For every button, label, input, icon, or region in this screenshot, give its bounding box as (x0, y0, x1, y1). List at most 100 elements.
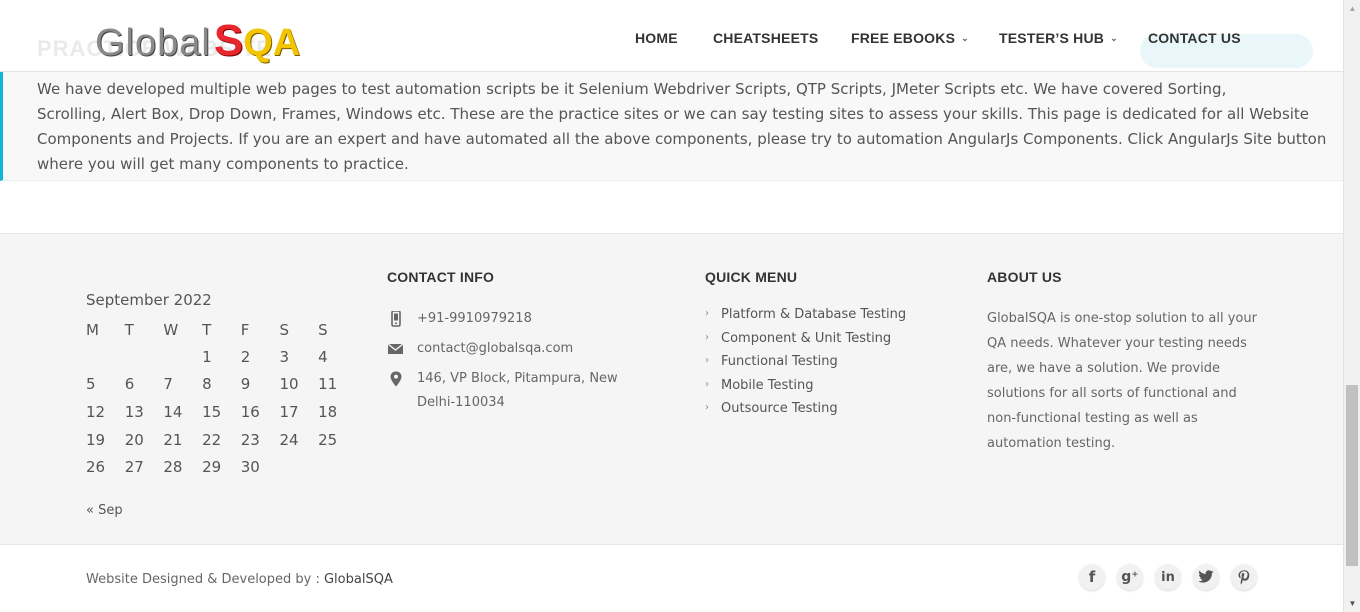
calendar-day: 16 (240, 402, 260, 421)
linkedin-icon[interactable]: in (1155, 564, 1181, 590)
calendar-day: 6 (124, 375, 135, 394)
calendar-day: 15 (202, 402, 222, 421)
calendar-day: 22 (202, 430, 222, 449)
about-us-title: ABOUT US (987, 269, 1062, 285)
nav-free-ebooks-label: FREE EBOOKS (851, 30, 956, 46)
quick-menu-item-label: Component & Unit Testing (721, 331, 892, 346)
calendar-empty-cell (159, 343, 198, 371)
calendar-day: 26 (86, 458, 106, 477)
calendar-empty-cell (82, 343, 121, 371)
calendar-day: 30 (240, 458, 260, 477)
scroll-down-arrow-icon[interactable]: ▼ (1344, 595, 1360, 612)
nav-testers-hub[interactable]: TESTER’S HUB ⌄ (999, 30, 1118, 46)
contact-phone-text: +91-9910979218 (417, 311, 532, 326)
calendar-day: 2 (240, 347, 251, 366)
calendar-day: 9 (240, 375, 251, 394)
scrollbar-thumb[interactable] (1346, 385, 1358, 566)
site-footer: September 2022 M T W T F S S 1 2 3 4 5 6 7 8 9 10… (0, 233, 1343, 544)
quick-menu-title: QUICK MENU (705, 269, 798, 285)
nav-cheatsheets-label: CHEATSHEETS (713, 30, 819, 46)
calendar-day: 13 (124, 402, 144, 421)
calendar-day: 17 (279, 402, 299, 421)
calendar-caption: September 2022 (86, 291, 212, 309)
nav-contact-us[interactable]: CONTACT US (1148, 30, 1241, 46)
calendar-week: 1 2 3 4 (82, 343, 353, 371)
nav-contact-us-label: CONTACT US (1148, 30, 1241, 46)
calendar-day: 5 (86, 375, 96, 394)
calendar-day: 25 (318, 430, 338, 449)
twitter-bird-glyph (1198, 570, 1214, 583)
contact-address-text: 146, VP Block, Pitampura, New Delhi-1100… (417, 371, 618, 410)
twitter-icon[interactable] (1193, 564, 1219, 590)
calendar-day: 4 (318, 347, 328, 366)
credit-brand-link[interactable]: GlobalSQA (324, 572, 393, 587)
contact-email-text[interactable]: contact@globalsqa.com (417, 337, 647, 361)
pinterest-icon[interactable] (1231, 564, 1257, 590)
calendar-day: 21 (163, 430, 183, 449)
calendar-empty-cell (121, 343, 160, 371)
calendar-day: 18 (318, 402, 338, 421)
calendar-week: 5 6 7 8 9 10 11 (82, 371, 353, 399)
about-us-text: GlobalSQA is one-stop solution to all yo… (987, 311, 1257, 451)
page-scrollbar[interactable]: ▲ ▼ (1343, 0, 1360, 612)
weekday: M (86, 320, 99, 339)
calendar-day: 23 (240, 430, 260, 449)
calendar-week: 19 20 21 22 23 24 25 (82, 426, 353, 454)
credit-prefix: Website Designed & Developed by : (86, 572, 324, 587)
pinterest-p-glyph (1238, 569, 1250, 584)
calendar-day: 27 (124, 458, 144, 477)
nav-testers-hub-label: TESTER’S HUB (999, 30, 1105, 46)
calendar-day: 12 (86, 402, 106, 421)
nav-free-ebooks[interactable]: FREE EBOOKS ⌄ (851, 30, 969, 46)
google-plus-icon[interactable]: g⁺ (1117, 564, 1143, 590)
envelope-icon (387, 341, 405, 357)
practice-text-line1: We have developed multiple web pages to … (37, 80, 1227, 98)
quick-menu-item-label: Platform & Database Testing (721, 307, 907, 322)
quick-menu-item-label: Mobile Testing (721, 378, 814, 393)
weekday: T (124, 320, 134, 339)
calendar-week: 12 13 14 15 16 17 18 (82, 398, 353, 426)
calendar-empty-cell (314, 453, 353, 481)
footer-bottom-bar: Website Designed & Developed by : Global… (0, 544, 1343, 612)
nav-home[interactable]: HOME (635, 30, 678, 46)
calendar-table: M T W T F S S 1 2 3 4 5 6 7 8 9 10 11 12 13 14 15 16 17 1… (82, 316, 353, 481)
chevron-right-icon: › (705, 355, 709, 366)
calendar-day: 28 (163, 458, 183, 477)
chevron-right-icon: › (705, 308, 709, 319)
nav-home-label: HOME (635, 30, 678, 46)
chevron-right-icon: › (705, 332, 709, 343)
weekday: S (279, 320, 289, 339)
chevron-right-icon: › (705, 402, 709, 413)
calendar-day: 11 (318, 375, 338, 394)
practice-description-text: We have developed multiple web pages to … (37, 77, 1327, 177)
calendar-day: 1 (202, 347, 212, 366)
calendar-week: 26 27 28 29 30 (82, 453, 353, 481)
calendar-day: 7 (163, 375, 173, 394)
practice-description: We have developed multiple web pages to … (0, 72, 1343, 181)
calendar-day: 29 (202, 458, 222, 477)
weekday: T (202, 320, 212, 339)
chevron-down-icon: ⌄ (1110, 33, 1118, 43)
nav-cheatsheets[interactable]: CHEATSHEETS (713, 30, 818, 46)
site-credit: Website Designed & Developed by : Global… (86, 572, 393, 587)
map-pin-icon (387, 371, 405, 387)
calendar-day: 14 (163, 402, 183, 421)
chevron-right-icon: › (705, 379, 709, 390)
weekday: S (318, 320, 328, 339)
facebook-icon[interactable]: f (1079, 564, 1105, 590)
practice-text-line2: Scrolling, Alert Box, Drop Down, Frames,… (37, 105, 1327, 173)
main-nav: HOME CHEATSHEETS FREE EBOOKS ⌄ TESTER’S H… (0, 30, 1343, 48)
calendar-prev-month-link[interactable]: « Sep (86, 503, 123, 518)
calendar-day: 19 (86, 430, 106, 449)
calendar-empty-cell (275, 453, 314, 481)
calendar-weekdays: M T W T F S S (82, 316, 353, 343)
quick-menu-item-label: Functional Testing (721, 354, 838, 369)
chevron-down-icon: ⌄ (961, 33, 969, 43)
scroll-up-arrow-icon[interactable]: ▲ (1344, 0, 1360, 17)
calendar-day: 8 (202, 375, 212, 394)
calendar-day: 20 (124, 430, 144, 449)
contact-info-title: CONTACT INFO (387, 269, 495, 285)
calendar-day: 10 (279, 375, 299, 394)
calendar-day: 24 (279, 430, 299, 449)
quick-menu-item-label: Outsource Testing (721, 401, 838, 416)
